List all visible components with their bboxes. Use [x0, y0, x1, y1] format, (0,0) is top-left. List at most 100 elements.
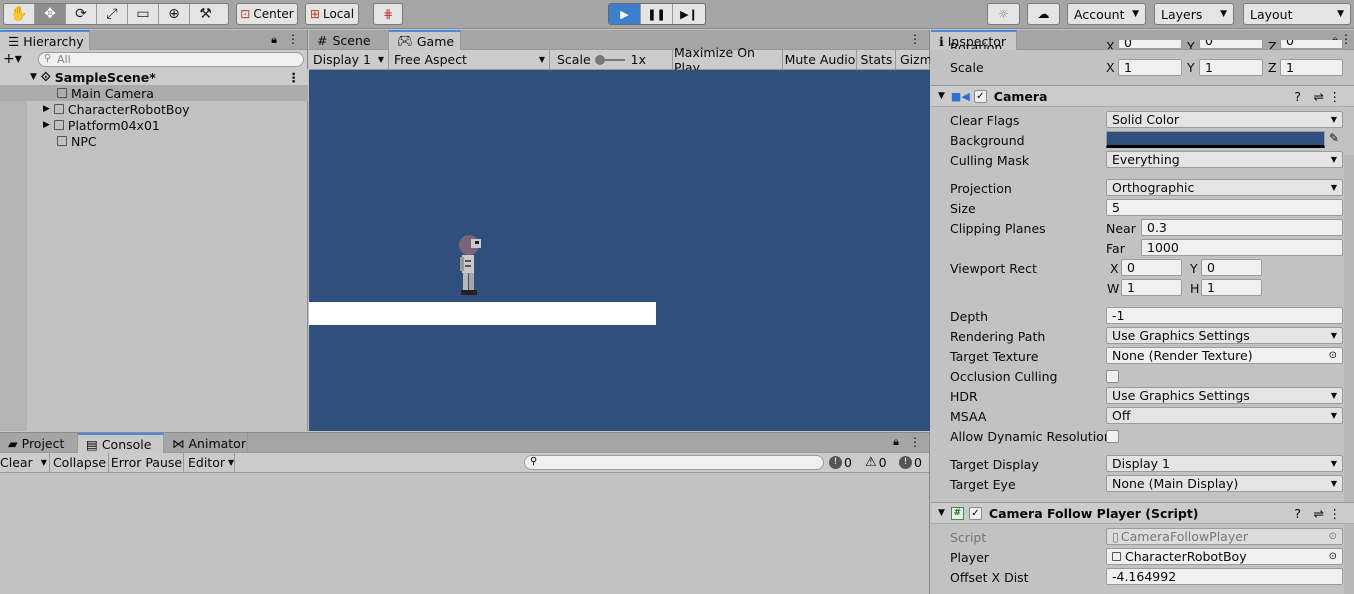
foldout-arrow-icon[interactable]: ▼ — [938, 91, 945, 101]
projection-dropdown[interactable]: Orthographic ▼ — [1106, 179, 1343, 196]
offset-x-field[interactable]: -4.164992 — [1106, 568, 1343, 585]
camera-component-header[interactable]: ▼ ■◀ ✓ Camera ? ⇌ ⋮ — [931, 85, 1354, 107]
player-field[interactable]: CharacterRobotBoy ⊙ — [1106, 548, 1343, 565]
custom-tool-icon[interactable]: ⚒ — [190, 4, 221, 24]
more-options-icon[interactable]: ⋮ — [909, 32, 921, 46]
object-picker-icon[interactable]: ⊙ — [1329, 350, 1337, 361]
create-add-icon[interactable]: +▾ — [3, 51, 22, 67]
scale-x-field[interactable]: 1 — [1118, 59, 1182, 76]
presets-icon[interactable]: ⇌ — [1314, 506, 1324, 521]
rot-y-field[interactable]: 0 — [1199, 40, 1263, 49]
chevron-down-icon[interactable]: ▼ — [41, 458, 47, 467]
layout-dropdown[interactable]: Layout ▼ — [1243, 3, 1351, 25]
tab-game[interactable]: 🎮︎ Game — [389, 30, 461, 50]
move-tool-icon[interactable]: ✥ — [35, 4, 66, 24]
clear-button[interactable]: Clear ▼ — [0, 453, 50, 472]
hierarchy-item[interactable]: NPC — [0, 133, 308, 149]
step-button[interactable]: ▶❙ — [673, 4, 705, 24]
help-icon[interactable]: ? — [1294, 506, 1301, 521]
size-field[interactable]: 5 — [1106, 199, 1343, 216]
hdr-dropdown[interactable]: Use Graphics Settings ▼ — [1106, 387, 1343, 404]
gizmos-toggle[interactable]: Gizm — [897, 50, 930, 69]
dynamic-resolution-checkbox[interactable] — [1106, 430, 1119, 443]
help-icon[interactable]: ? — [1294, 89, 1301, 104]
lock-icon[interactable]: 🔒︎ — [893, 435, 899, 449]
presets-icon[interactable]: ⇌ — [1314, 89, 1324, 104]
editor-dropdown[interactable]: Editor ▼ — [185, 453, 235, 472]
play-button[interactable]: ▶ — [609, 4, 641, 24]
scale-y-field[interactable]: 1 — [1199, 59, 1263, 76]
scale-tool-icon[interactable]: ⤢ — [97, 4, 128, 24]
collapse-arrow-icon[interactable]: ▶ — [43, 120, 50, 130]
viewport-y-field[interactable]: 0 — [1201, 259, 1262, 276]
layers-dropdown[interactable]: Layers ▼ — [1154, 3, 1234, 25]
mute-audio-toggle[interactable]: Mute Audio — [784, 50, 857, 69]
pivot-local-button[interactable]: ⊞ Local — [305, 3, 359, 25]
background-color-field[interactable] — [1106, 131, 1325, 148]
rect-tool-icon[interactable]: ▭ — [128, 4, 159, 24]
near-field[interactable]: 0.3 — [1141, 219, 1343, 236]
viewport-w-field[interactable]: 1 — [1121, 279, 1182, 296]
aspect-dropdown[interactable]: Free Aspect ▼ — [390, 50, 550, 69]
pause-button[interactable]: ❚❚ — [641, 4, 673, 24]
services-button[interactable]: ☼ — [987, 3, 1020, 25]
camera-enabled-checkbox[interactable]: ✓ — [973, 89, 987, 103]
more-options-icon[interactable]: ⋮ — [287, 32, 299, 46]
hand-tool-icon[interactable]: ✋ — [4, 4, 35, 24]
account-dropdown[interactable]: Account ▼ — [1067, 3, 1146, 25]
error-count-toggle[interactable]: ! 0 — [899, 453, 922, 472]
culling-mask-dropdown[interactable]: Everything ▼ — [1106, 151, 1343, 168]
stats-toggle[interactable]: Stats — [858, 50, 896, 69]
maximize-on-play-toggle[interactable]: Maximize On Play — [674, 45, 783, 75]
clear-flags-dropdown[interactable]: Solid Color ▼ — [1106, 111, 1343, 128]
rot-x-field[interactable]: 0 — [1118, 40, 1182, 49]
cloud-button[interactable]: ☁ — [1027, 3, 1060, 25]
scale-slider[interactable]: Scale 1x — [557, 50, 673, 69]
lock-icon[interactable]: 🔒︎ — [271, 33, 277, 47]
hierarchy-search-input[interactable]: ⚲ All — [38, 52, 304, 67]
console-search-input[interactable]: ⚲ — [524, 455, 824, 470]
follow-script-enabled-checkbox[interactable]: ✓ — [968, 506, 982, 520]
error-pause-toggle[interactable]: Error Pause — [110, 453, 184, 472]
pivot-center-button[interactable]: ⊡ Center — [236, 3, 298, 25]
expand-arrow-icon[interactable]: ▼ — [30, 72, 37, 82]
viewport-h-field[interactable]: 1 — [1201, 279, 1262, 296]
collapse-arrow-icon[interactable]: ▶ — [43, 104, 50, 114]
viewport-x-field[interactable]: 0 — [1121, 259, 1182, 276]
far-field[interactable]: 1000 — [1141, 239, 1343, 256]
inspector-scrollbar[interactable] — [1344, 155, 1354, 594]
hierarchy-item[interactable]: ▶ CharacterRobotBoy — [0, 101, 308, 117]
scene-menu-icon[interactable]: ⋮ — [288, 70, 301, 85]
hierarchy-item[interactable]: ▶ Platform04x01 — [0, 117, 308, 133]
tab-hierarchy[interactable]: ☰ Hierarchy — [0, 30, 90, 50]
target-texture-field[interactable]: None (Render Texture) ⊙ — [1106, 347, 1343, 364]
rotate-tool-icon[interactable]: ⟳ — [66, 4, 97, 24]
target-display-dropdown[interactable]: Display 1 ▼ — [1106, 455, 1343, 472]
rot-z-field[interactable]: 0 — [1280, 40, 1343, 49]
scale-z-field[interactable]: 1 — [1280, 59, 1343, 76]
tab-project[interactable]: ▰ Project — [0, 433, 78, 453]
slider-track[interactable] — [594, 54, 625, 65]
tab-animator[interactable]: ⋈ Animator — [164, 433, 248, 453]
scene-row[interactable]: ▼ ⟐ SampleScene* ⋮ — [0, 69, 308, 85]
warning-count-toggle[interactable]: ⚠ 0 — [865, 453, 887, 472]
rendering-path-dropdown[interactable]: Use Graphics Settings ▼ — [1106, 327, 1343, 344]
log-count-toggle[interactable]: ! 0 — [829, 453, 852, 472]
display-dropdown[interactable]: Display 1 ▼ — [309, 50, 389, 69]
msaa-dropdown[interactable]: Off ▼ — [1106, 407, 1343, 424]
target-eye-dropdown[interactable]: None (Main Display) ▼ — [1106, 475, 1343, 492]
slider-thumb[interactable] — [594, 54, 605, 65]
follow-script-component-header[interactable]: ▼ # ✓ Camera Follow Player (Script) ? ⇌ … — [931, 502, 1354, 524]
tab-console[interactable]: ▤ Console — [78, 433, 164, 453]
foldout-arrow-icon[interactable]: ▼ — [938, 508, 945, 518]
collapse-toggle[interactable]: Collapse — [51, 453, 109, 472]
tab-scene[interactable]: # Scene — [309, 30, 389, 50]
game-viewport[interactable] — [309, 70, 930, 431]
grid-snap-button[interactable]: ⋕ — [373, 3, 403, 25]
object-picker-icon[interactable]: ⊙ — [1329, 551, 1337, 562]
component-menu-icon[interactable]: ⋮ — [1329, 89, 1342, 104]
depth-field[interactable]: -1 — [1106, 307, 1343, 324]
occlusion-culling-checkbox[interactable] — [1106, 370, 1119, 383]
eyedropper-icon[interactable]: ✎ — [1329, 131, 1339, 145]
transform-tool-icon[interactable]: ⊕ — [159, 4, 190, 24]
